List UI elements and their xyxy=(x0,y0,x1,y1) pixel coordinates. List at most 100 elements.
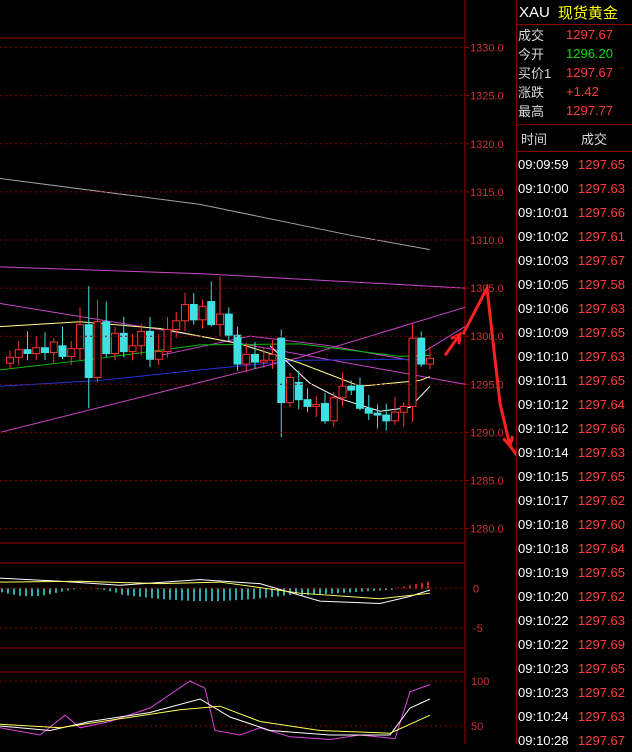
candle-body xyxy=(93,321,102,379)
tick-row[interactable]: 09:10:19 1297.65 xyxy=(517,560,632,584)
tick-header-time: 时间 xyxy=(521,131,548,147)
price-tick-label: 1330.0 xyxy=(470,43,504,55)
price-tick-label: 1315.0 xyxy=(470,187,504,199)
candle-body xyxy=(294,381,303,401)
candle-body xyxy=(102,321,111,355)
candle-body xyxy=(84,324,93,379)
tick-row[interactable]: 09:10:03 1297.67 xyxy=(517,248,632,272)
tick-row[interactable]: 09:10:06 1297.63 xyxy=(517,296,632,320)
symbol-name: 现货黄金 xyxy=(557,4,618,22)
tick-price: 1297.64 xyxy=(578,540,625,556)
price-tick-label: 1305.0 xyxy=(470,283,504,295)
candle-body xyxy=(49,341,58,354)
tick-time: 09:10:05 xyxy=(518,276,569,292)
candle-body xyxy=(128,345,137,353)
candle-body xyxy=(6,356,14,364)
candle-body xyxy=(189,303,198,321)
tick-row[interactable]: 09:10:09 1297.65 xyxy=(517,320,632,344)
candle-body xyxy=(14,349,23,358)
tick-row[interactable]: 09:10:11 1297.65 xyxy=(517,368,632,392)
tick-price: 1297.62 xyxy=(578,492,625,508)
tick-row[interactable]: 09:10:23 1297.65 xyxy=(517,656,632,680)
tick-row[interactable]: 09:10:01 1297.66 xyxy=(517,200,632,224)
price-tick-label: 1290.0 xyxy=(470,427,504,439)
price-tick-label: 1280.0 xyxy=(470,524,504,536)
tick-header-price: 成交 xyxy=(581,131,608,147)
candle-body xyxy=(286,377,294,404)
tick-time: 09:10:15 xyxy=(518,468,569,484)
tick-row[interactable]: 09:10:18 1297.60 xyxy=(517,512,632,536)
candle-body xyxy=(338,385,347,399)
tick-row[interactable]: 09:10:17 1297.62 xyxy=(517,488,632,512)
tick-price: 1297.63 xyxy=(578,444,625,460)
macd-tick-label: 0 xyxy=(473,583,479,595)
tick-row[interactable]: 09:10:18 1297.64 xyxy=(517,536,632,560)
tick-row[interactable]: 09:10:05 1297.58 xyxy=(517,272,632,296)
tick-row[interactable]: 09:10:22 1297.69 xyxy=(517,632,632,656)
candle-body xyxy=(408,337,417,407)
tick-row[interactable]: 09:10:15 1297.65 xyxy=(517,464,632,488)
candle-body xyxy=(172,320,181,330)
quote-summary: 成交 1297.67 今开 1296.20 买价1 1297.67 涨跌 +1.42 最高 129… xyxy=(517,25,632,120)
price-tick-label: 1320.0 xyxy=(470,139,504,151)
tick-row[interactable]: 09:10:12 1297.64 xyxy=(517,392,632,416)
tick-row[interactable]: 09:10:02 1297.61 xyxy=(517,224,632,248)
candle-body xyxy=(233,334,242,365)
tick-time: 09:10:19 xyxy=(518,564,569,580)
quote-label: 成交 xyxy=(518,28,545,43)
macd-tick-label: -5 xyxy=(473,623,483,635)
tick-row[interactable]: 09:10:00 1297.63 xyxy=(517,176,632,200)
tick-row[interactable]: 09:10:12 1297.66 xyxy=(517,416,632,440)
candle-body xyxy=(268,353,277,361)
candle-body xyxy=(216,313,224,326)
quote-label: 最高 xyxy=(518,104,545,119)
tick-price: 1297.63 xyxy=(578,180,625,196)
tick-price: 1297.66 xyxy=(578,204,625,220)
tick-row[interactable]: 09:10:23 1297.62 xyxy=(517,680,632,704)
quote-label: 今开 xyxy=(518,47,545,62)
tick-time: 09:10:23 xyxy=(518,684,569,700)
price-tick-label: 1300.0 xyxy=(470,331,504,343)
candle-body xyxy=(373,412,382,416)
tick-price: 1297.63 xyxy=(578,708,625,724)
tick-row[interactable]: 09:10:20 1297.62 xyxy=(517,584,632,608)
tick-price: 1297.60 xyxy=(578,516,625,532)
tick-time: 09:10:06 xyxy=(518,300,569,316)
tick-row[interactable]: 09:10:28 1297.67 xyxy=(517,728,632,752)
candle-body xyxy=(58,345,67,357)
tick-price: 1297.62 xyxy=(578,588,625,604)
tick-price: 1297.65 xyxy=(578,468,625,484)
price-tick-label: 1325.0 xyxy=(470,91,504,103)
tick-time: 09:10:23 xyxy=(518,660,569,676)
tick-price: 1297.61 xyxy=(578,228,625,244)
candle-body xyxy=(259,359,268,363)
tick-row[interactable]: 09:10:22 1297.63 xyxy=(517,608,632,632)
tick-time: 09:10:28 xyxy=(518,732,569,748)
tick-table[interactable]: 09:09:59 1297.65 09:10:00 1297.63 09:10:01 12… xyxy=(517,152,632,752)
candle-body xyxy=(277,337,286,404)
candle-body xyxy=(224,313,233,336)
quote-row: 最高 1297.77 xyxy=(517,101,632,120)
tick-time: 09:10:22 xyxy=(518,612,569,628)
tick-row[interactable]: 09:10:24 1297.63 xyxy=(517,704,632,728)
tick-price: 1297.58 xyxy=(578,276,625,292)
tick-time: 09:10:18 xyxy=(518,516,569,532)
candle-body xyxy=(356,384,364,409)
price-tick-label: 1295.0 xyxy=(470,379,504,391)
tick-row[interactable]: 09:09:59 1297.65 xyxy=(517,152,632,176)
price-tick-label: 1285.0 xyxy=(470,475,504,487)
candle-body xyxy=(137,330,146,347)
tick-time: 09:10:01 xyxy=(518,204,569,220)
tick-time: 09:10:12 xyxy=(518,420,569,436)
candle-body xyxy=(32,347,41,355)
tick-row[interactable]: 09:10:10 1297.63 xyxy=(517,344,632,368)
candle-body xyxy=(251,353,259,363)
tick-time: 09:10:24 xyxy=(518,708,569,724)
quote-value: 1297.67 xyxy=(566,27,613,42)
candle-body xyxy=(23,349,32,355)
tick-time: 09:10:03 xyxy=(518,252,569,268)
quote-label: 买价1 xyxy=(518,66,552,81)
price-tick-label: 1310.0 xyxy=(470,235,504,247)
tick-row[interactable]: 09:10:14 1297.63 xyxy=(517,440,632,464)
tick-price: 1297.64 xyxy=(578,396,625,412)
